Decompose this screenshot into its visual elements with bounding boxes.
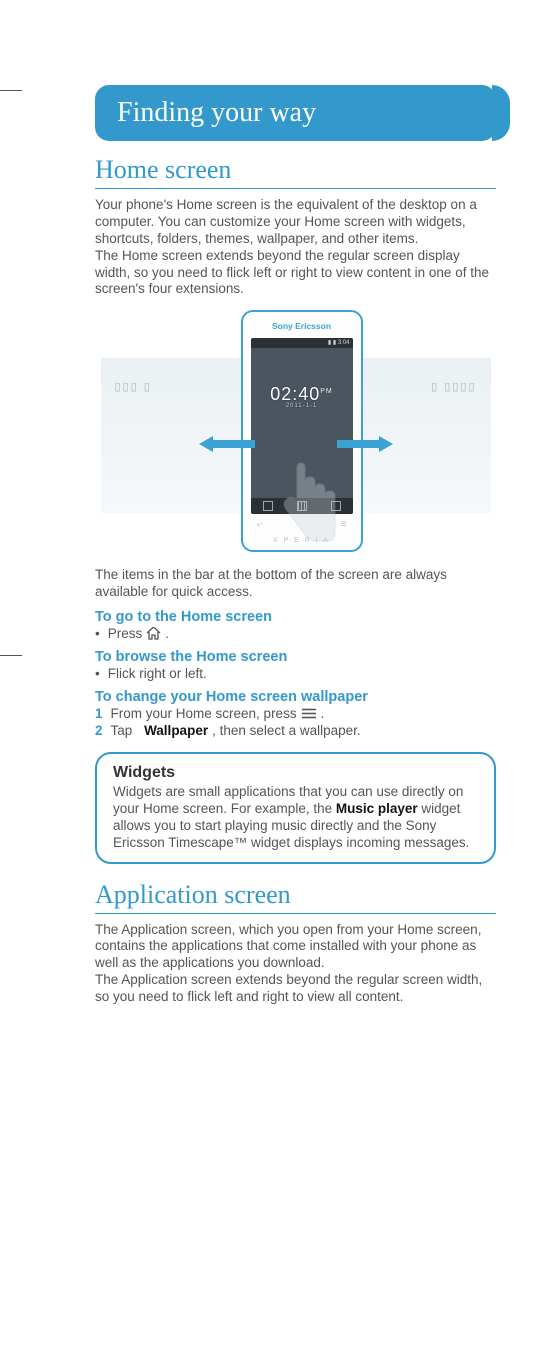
callout-widgets: Widgets Widgets are small applications t… — [95, 752, 496, 864]
step-suffix: , then select a wallpaper. — [212, 723, 361, 738]
howto-step-1: 1 From your Home screen, press . — [95, 706, 496, 721]
callout-body: Widgets are small applications that you … — [113, 784, 478, 852]
menu-icon — [301, 708, 317, 719]
clock-ampm: PM — [320, 388, 333, 395]
illustration-home-flick: ▯▯▯ ▯ ▯▯▯▯ ▯ ▯ ▯▯▯▯ Sony Ericsson ▮ ▮ 3:… — [121, 308, 471, 553]
pane-indicator-left: ▯▯▯ ▯ — [115, 380, 152, 393]
callout-title: Widgets — [113, 764, 478, 782]
phone-brand: Sony Ericsson — [243, 321, 361, 331]
howto-title-wallpaper: To change your Home screen wallpaper — [95, 689, 496, 705]
status-bar: ▮ ▮ 3:04 — [251, 338, 353, 348]
section-intro: Your phone's Home screen is the equivale… — [95, 197, 496, 298]
step-text: Press — [108, 626, 143, 641]
section-apps-para: The Application screen, which you open f… — [95, 922, 496, 1006]
step-number: 1 — [95, 706, 103, 721]
hand-gesture-icon — [271, 453, 341, 543]
document-page: Finding your way Home screen Your phone'… — [0, 0, 556, 1054]
home-icon — [146, 627, 161, 640]
howto-title-goto: To go to the Home screen — [95, 609, 496, 625]
howto-step-2: 2 Tap Wallpaper , then select a wallpape… — [95, 723, 496, 738]
arrow-right-icon — [337, 436, 393, 452]
section-heading-home: Home screen — [95, 155, 496, 189]
step-text: Tap — [111, 723, 133, 738]
chapter-header: Finding your way — [95, 85, 496, 141]
pane-indicator-right: ▯ ▯▯▯▯ — [431, 380, 476, 393]
signal-icon: ▮ ▮ — [328, 340, 338, 346]
howto-step: Press . — [95, 626, 496, 641]
back-icon: ⤶ — [257, 519, 263, 530]
section-heading-apps: Application screen — [95, 880, 496, 914]
step-text: Flick right or left. — [108, 666, 207, 681]
callout-strong: Music player — [336, 801, 418, 816]
clock-widget: 02:40PM 2011-1-1 — [251, 384, 353, 409]
menu-icon: ≡ — [341, 519, 347, 530]
clock-date: 2011-1-1 — [251, 403, 353, 409]
arrow-left-icon — [199, 436, 255, 452]
bottom-bar-note: The items in the bar at the bottom of th… — [95, 567, 496, 601]
crop-tick — [0, 655, 22, 656]
howto-step: Flick right or left. — [95, 666, 496, 681]
step-text: From your Home screen, press — [111, 706, 297, 721]
step-suffix: . — [165, 626, 169, 641]
howto-title-browse: To browse the Home screen — [95, 649, 496, 665]
step-number: 2 — [95, 723, 103, 738]
chapter-title: Finding your way — [117, 97, 316, 128]
step-strong: Wallpaper — [144, 723, 208, 738]
step-suffix: . — [321, 706, 325, 721]
crop-tick — [0, 90, 22, 91]
clock-time: 02:40 — [270, 384, 320, 404]
status-time: 3:04 — [338, 340, 350, 346]
